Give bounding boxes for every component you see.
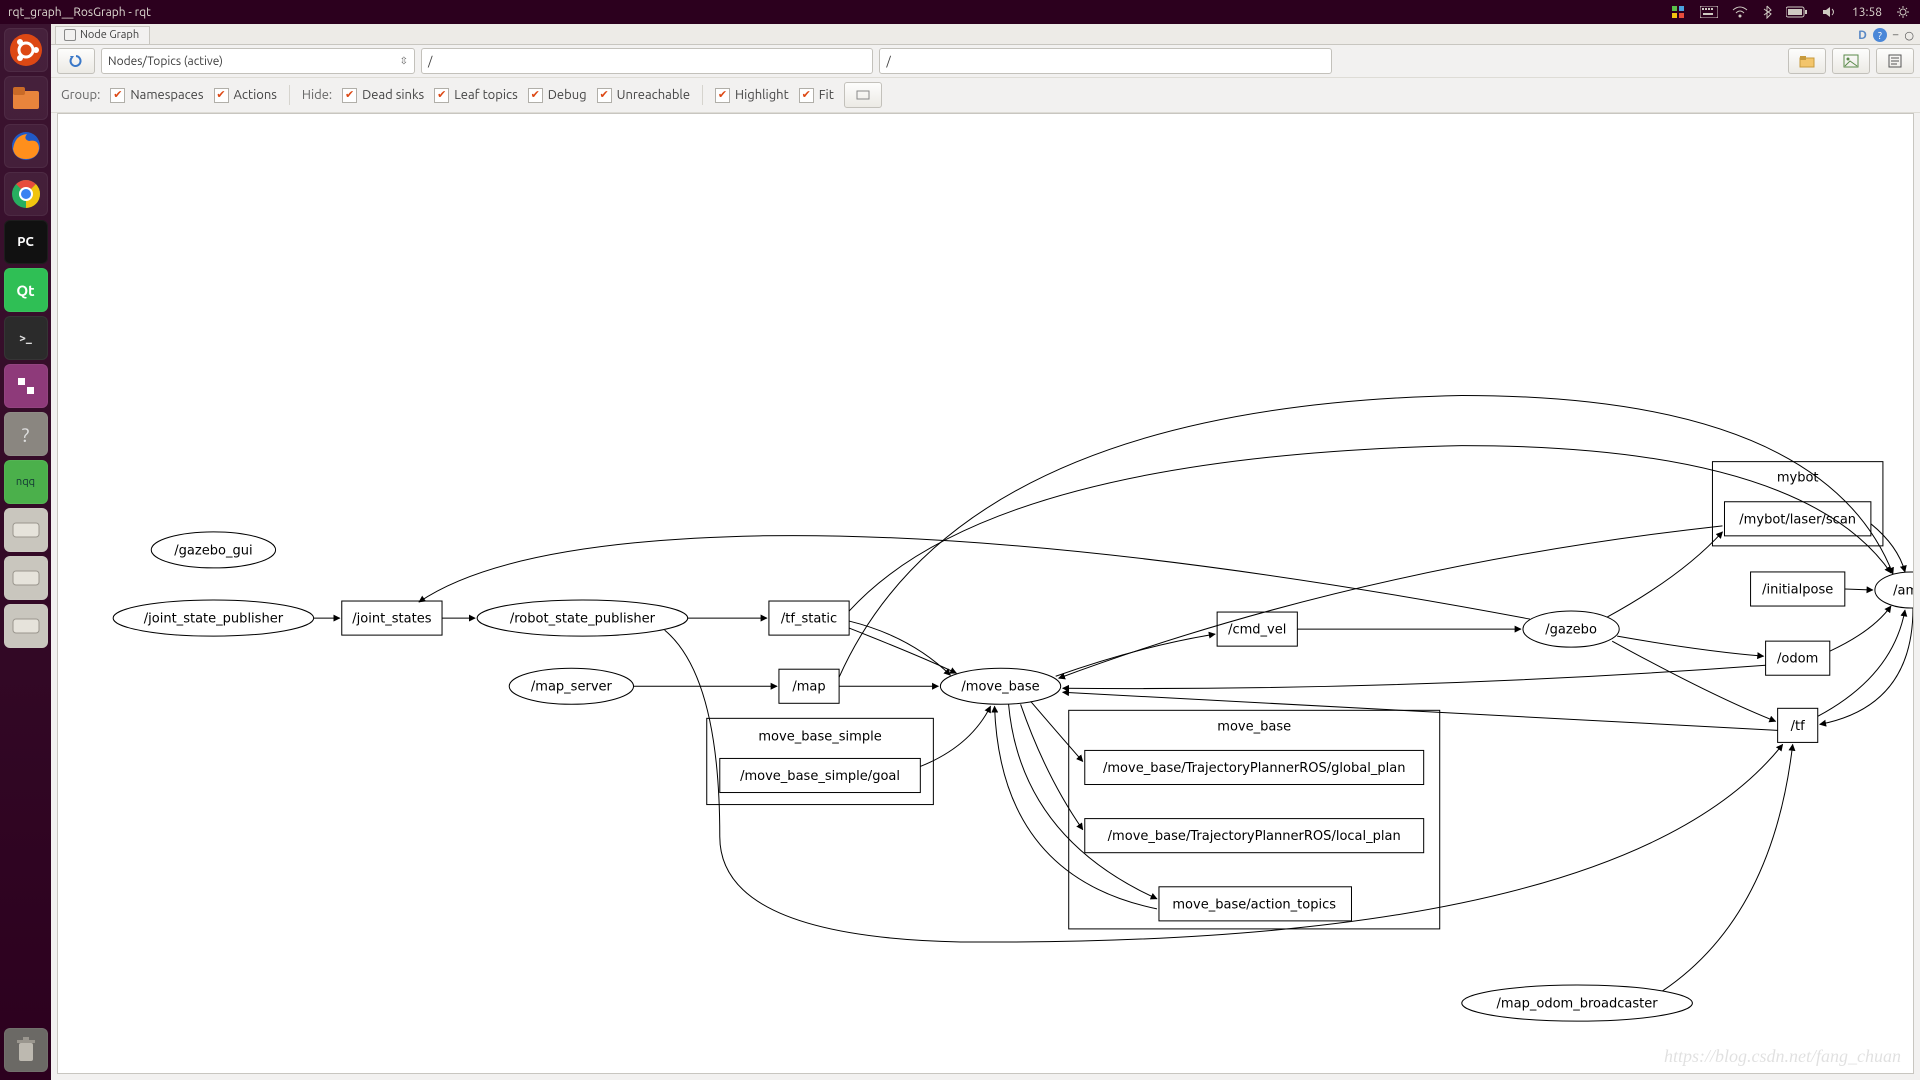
svg-text:/gazebo: /gazebo xyxy=(1545,623,1597,638)
open-button[interactable] xyxy=(1788,48,1826,74)
dock-qt-icon[interactable]: Qt xyxy=(4,268,48,312)
dock-files-icon[interactable] xyxy=(4,76,48,120)
chk-fit[interactable]: Fit xyxy=(799,88,834,103)
window-title: rqt_graph__RosGraph - rqt xyxy=(0,6,151,19)
dot-file-icon xyxy=(1887,54,1903,68)
filter-input-2[interactable]: / xyxy=(879,48,1331,74)
chk-unreachable[interactable]: Unreachable xyxy=(597,88,690,103)
dock-nqq-icon[interactable]: nqq xyxy=(4,460,48,504)
dock-terminal-icon[interactable]: >_ xyxy=(4,316,48,360)
chk-highlight[interactable]: Highlight xyxy=(715,88,789,103)
group-label: move_base_simple xyxy=(758,729,881,744)
detach-label[interactable]: D xyxy=(1858,29,1867,42)
chk-dead-sinks[interactable]: Dead sinks xyxy=(342,88,424,103)
save-image-button[interactable] xyxy=(1832,48,1870,74)
battery-icon[interactable] xyxy=(1786,6,1808,18)
dock-chrome-icon[interactable] xyxy=(4,172,48,216)
graph-canvas[interactable]: move_base_simple /move_base_simple/goal … xyxy=(57,113,1914,1074)
svg-text:/move_base: /move_base xyxy=(961,680,1039,695)
chk-debug[interactable]: Debug xyxy=(528,88,587,103)
tab-node-graph[interactable]: Node Graph xyxy=(55,26,150,44)
launcher-dock: PC Qt >_ ? nqq xyxy=(0,24,51,1080)
chevron-updown-icon: ⇳ xyxy=(400,55,408,67)
filter-input-1[interactable]: / xyxy=(421,48,873,74)
system-topbar: rqt_graph__RosGraph - rqt 13:58 xyxy=(0,0,1920,24)
tab-icon xyxy=(64,29,76,41)
dock-drive1-icon[interactable] xyxy=(4,508,48,552)
chk-namespaces[interactable]: Namespaces xyxy=(110,88,203,103)
clock[interactable]: 13:58 xyxy=(1852,6,1882,19)
dock-firefox-icon[interactable] xyxy=(4,124,48,168)
gear-icon[interactable] xyxy=(1896,5,1910,19)
system-tray: 13:58 xyxy=(1670,4,1920,20)
indicator-icon[interactable] xyxy=(1670,4,1686,20)
filter-mode-value: Nodes/Topics (active) xyxy=(108,55,223,68)
dock-app1-icon[interactable] xyxy=(4,364,48,408)
dock-drive2-icon[interactable] xyxy=(4,556,48,600)
group-label: move_base xyxy=(1217,719,1291,734)
svg-text:/tf: /tf xyxy=(1791,719,1805,734)
image-icon xyxy=(1843,54,1859,68)
filter-mode-select[interactable]: Nodes/Topics (active) ⇳ xyxy=(101,48,415,74)
folder-icon xyxy=(1799,54,1815,68)
svg-text:/gazebo_gui: /gazebo_gui xyxy=(174,543,252,558)
svg-text:/map_server: /map_server xyxy=(531,680,613,695)
chk-actions[interactable]: Actions xyxy=(214,88,277,103)
svg-text:/robot_state_publisher: /robot_state_publisher xyxy=(510,612,656,627)
filter2-value: / xyxy=(886,55,890,68)
dock-drive3-icon[interactable] xyxy=(4,604,48,648)
wifi-icon[interactable] xyxy=(1732,6,1748,18)
hide-label: Hide: xyxy=(302,88,332,102)
svg-text:/map: /map xyxy=(792,680,825,695)
svg-text:/map_odom_broadcaster: /map_odom_broadcaster xyxy=(1497,997,1659,1012)
separator xyxy=(702,85,703,105)
group-label: mybot xyxy=(1777,471,1819,486)
help-icon[interactable]: ? xyxy=(1873,28,1887,42)
group-label: Group: xyxy=(61,88,100,102)
svg-text:/initialpose: /initialpose xyxy=(1762,582,1833,597)
tab-label: Node Graph xyxy=(80,29,139,41)
volume-icon[interactable] xyxy=(1822,5,1838,19)
separator xyxy=(289,85,290,105)
svg-text:/joint_states: /joint_states xyxy=(352,612,431,627)
dock-ubuntu-icon[interactable] xyxy=(4,28,48,72)
svg-text:move_base/action_topics: move_base/action_topics xyxy=(1172,897,1336,912)
svg-text:/cmd_vel: /cmd_vel xyxy=(1228,623,1286,638)
svg-text:/move_base_simple/goal: /move_base_simple/goal xyxy=(740,769,900,784)
svg-text:/move_base/TrajectoryPlannerRO: /move_base/TrajectoryPlannerROS/local_pl… xyxy=(1108,829,1401,844)
refresh-button[interactable] xyxy=(57,48,95,74)
keyboard-icon[interactable] xyxy=(1700,6,1718,18)
chk-leaf-topics[interactable]: Leaf topics xyxy=(434,88,518,103)
svg-text:/mybot/laser/scan: /mybot/laser/scan xyxy=(1739,512,1856,527)
watermark: https://blog.csdn.net/fang_chuan xyxy=(1664,1046,1901,1067)
svg-text:/move_base/TrajectoryPlannerRO: /move_base/TrajectoryPlannerROS/global_p… xyxy=(1103,761,1405,776)
close-icon[interactable]: ○ xyxy=(1904,29,1914,42)
options-toolbar: Group: Namespaces Actions Hide: Dead sin… xyxy=(51,78,1920,113)
settings-icon xyxy=(856,90,870,100)
save-dot-button[interactable] xyxy=(1876,48,1914,74)
tab-row: Node Graph D ? – ○ xyxy=(51,24,1920,45)
rqt-window: Node Graph D ? – ○ Nodes/Topics (active)… xyxy=(51,24,1920,1080)
filter1-value: / xyxy=(428,55,432,68)
settings-button[interactable] xyxy=(844,82,882,108)
svg-text:/odom: /odom xyxy=(1777,652,1818,667)
svg-text:/tf_static: /tf_static xyxy=(781,612,837,627)
dock-trash-icon[interactable] xyxy=(4,1028,48,1072)
svg-text:/amcl: /amcl xyxy=(1893,583,1913,598)
refresh-icon xyxy=(69,54,83,68)
minimize-icon[interactable]: – xyxy=(1893,29,1898,41)
dock-pycharm-icon[interactable]: PC xyxy=(4,220,48,264)
svg-text:/joint_state_publisher: /joint_state_publisher xyxy=(144,612,284,627)
ros-graph: move_base_simple /move_base_simple/goal … xyxy=(58,114,1913,1073)
bluetooth-icon[interactable] xyxy=(1762,5,1772,19)
dock-help-icon[interactable]: ? xyxy=(4,412,48,456)
filter-toolbar: Nodes/Topics (active) ⇳ / / xyxy=(51,45,1920,78)
